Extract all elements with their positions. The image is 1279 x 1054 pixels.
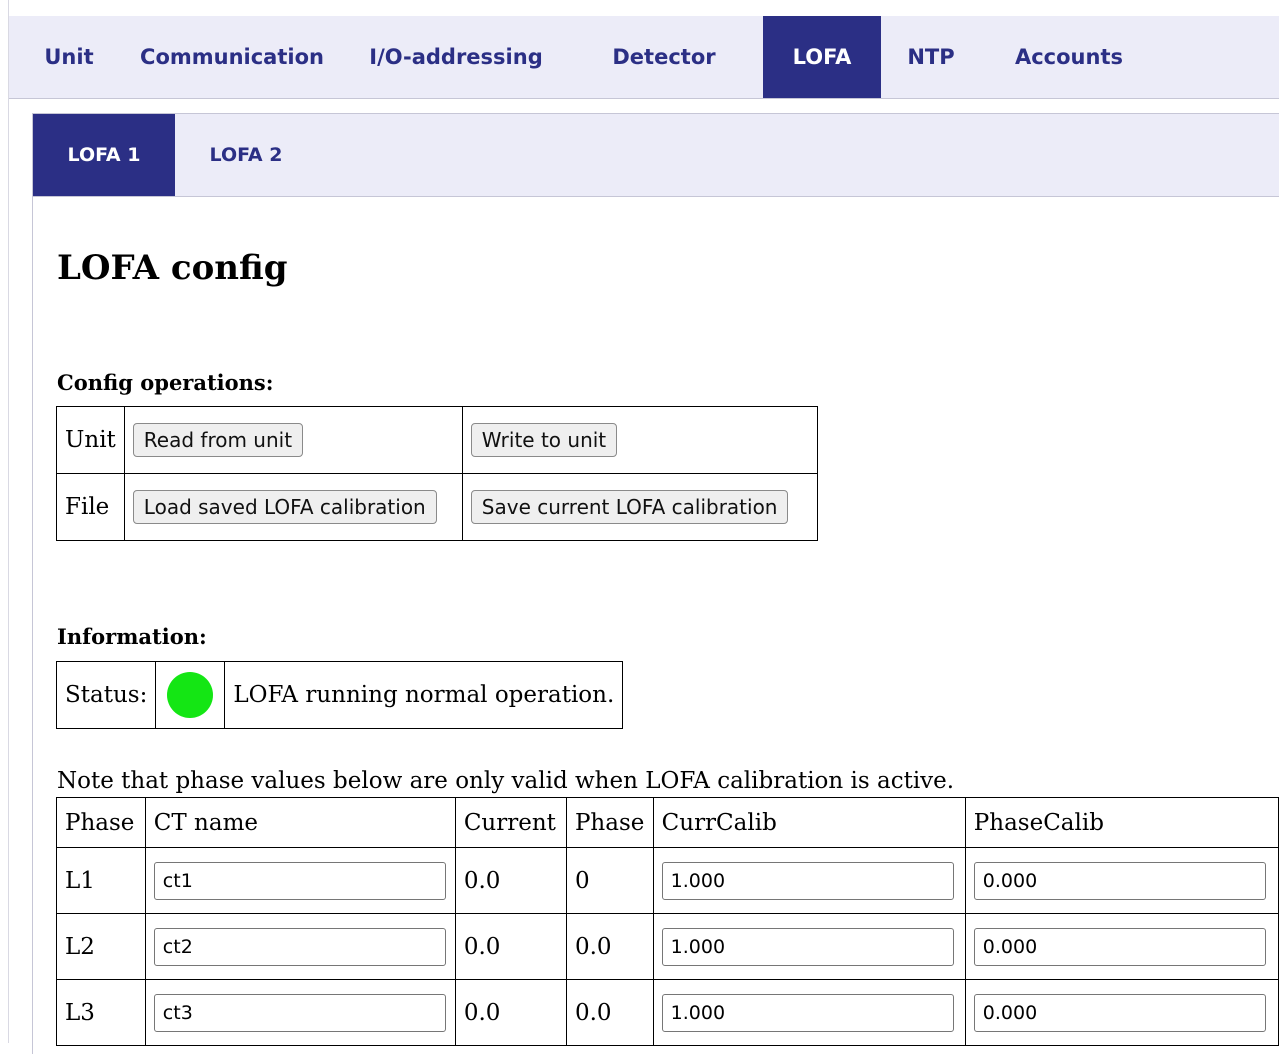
header-ct-name: CT name [144,797,456,848]
cell-phase-value: 0 [565,847,654,914]
tab-accounts[interactable]: Accounts [981,16,1157,98]
ct-name-input[interactable] [153,993,446,1032]
phase-calib-input[interactable] [973,927,1266,966]
load-saved-calibration-button[interactable]: Load saved LOFA calibration [132,490,437,524]
table-row: L3 0.0 0.0 [56,979,1279,1046]
header-phase-value: Phase [565,797,654,848]
config-row-file: File Load saved LOFA calibration Save cu… [56,473,818,541]
tab-communication[interactable]: Communication [129,16,335,98]
status-indicator-icon [167,672,214,718]
tab-detector[interactable]: Detector [577,16,751,98]
left-border [8,0,9,1043]
table-row: L2 0.0 0.0 [56,913,1279,980]
write-to-unit-button[interactable]: Write to unit [470,423,618,457]
curr-calib-input[interactable] [661,927,954,966]
cell-curr-calib [652,979,966,1046]
curr-calib-input[interactable] [661,993,954,1032]
tab-lofa-1[interactable]: LOFA 1 [33,114,175,196]
main-tab-bar: Unit Communication I/O-addressing Detect… [9,16,1279,99]
cell-current: 0.0 [454,979,567,1046]
status-indicator-cell [155,661,226,729]
cell-phase: L3 [56,979,146,1046]
tab-unit[interactable]: Unit [9,16,129,98]
ct-name-input[interactable] [153,861,446,900]
row-label-file: File [56,473,125,541]
phase-note: Note that phase values below are only va… [57,768,955,794]
phase-table: Phase CT name Current Phase CurrCalib Ph… [56,797,1279,1046]
status-row: Status: LOFA running normal operation. [55,661,624,729]
cell-ct-name [144,913,456,980]
cell-save: Save current LOFA calibration [461,473,818,541]
read-from-unit-button[interactable]: Read from unit [132,423,304,457]
tab-ntp[interactable]: NTP [881,16,981,98]
cell-phase: L2 [56,913,146,980]
cell-phase-calib [964,847,1279,914]
cell-current: 0.0 [454,847,567,914]
lofa-sub-tab-bar: LOFA 1 LOFA 2 [33,114,1279,197]
phase-calib-input[interactable] [973,861,1266,900]
cell-ct-name [144,979,456,1046]
curr-calib-input[interactable] [661,861,954,900]
header-phase-calib: PhaseCalib [964,797,1279,848]
cell-phase: L1 [56,847,146,914]
config-row-unit: Unit Read from unit Write to unit [56,406,818,474]
table-row: L1 0.0 0 [56,847,1279,914]
status-label: Status: [55,661,157,729]
tab-lofa[interactable]: LOFA [763,16,881,98]
cell-phase-calib [964,913,1279,980]
cell-curr-calib [652,847,966,914]
cell-current: 0.0 [454,913,567,980]
page-title: LOFA config [57,248,288,288]
cell-phase-value: 0.0 [565,913,654,980]
information-table: Status: LOFA running normal operation. [55,661,624,729]
save-current-calibration-button[interactable]: Save current LOFA calibration [470,490,789,524]
cell-write: Write to unit [461,406,818,474]
status-text: LOFA running normal operation. [224,661,624,729]
header-current: Current [454,797,567,848]
cell-curr-calib [652,913,966,980]
tab-io-addressing[interactable]: I/O-addressing [335,16,577,98]
phase-table-header: Phase CT name Current Phase CurrCalib Ph… [56,797,1279,848]
row-label-unit: Unit [56,406,125,474]
tab-lofa-2[interactable]: LOFA 2 [175,114,317,196]
cell-load: Load saved LOFA calibration [123,473,463,541]
header-curr-calib: CurrCalib [652,797,966,848]
cell-read: Read from unit [123,406,463,474]
config-operations-label: Config operations: [57,370,274,395]
information-label: Information: [57,624,207,649]
cell-phase-value: 0.0 [565,979,654,1046]
phase-calib-input[interactable] [973,993,1266,1032]
cell-ct-name [144,847,456,914]
cell-phase-calib [964,979,1279,1046]
ct-name-input[interactable] [153,927,446,966]
config-operations-table: Unit Read from unit Write to unit File L… [56,406,818,541]
header-phase: Phase [56,797,146,848]
